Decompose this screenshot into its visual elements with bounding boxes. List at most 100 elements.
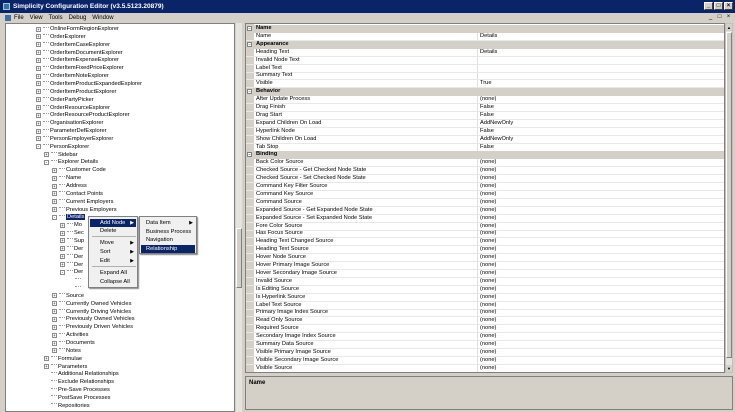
- expand-icon[interactable]: +: [36, 81, 41, 87]
- context-menu-item[interactable]: Sort ▶: [90, 248, 136, 256]
- property-row[interactable]: Secondary Image Index Source (none): [246, 333, 724, 342]
- tree-node[interactable]: - Der: [60, 268, 83, 276]
- property-row[interactable]: Heading Text Changed Source (none): [246, 238, 724, 247]
- tree-node[interactable]: + Der: [60, 253, 83, 261]
- tree-node-label[interactable]: Formulae: [58, 356, 82, 362]
- property-value[interactable]: (none): [480, 302, 496, 309]
- property-value[interactable]: (none): [480, 238, 496, 245]
- title-bar[interactable]: Simplicity Configuration Editor (v3.5.51…: [0, 0, 735, 13]
- tree-node-label[interactable]: Sidebar: [58, 152, 78, 158]
- property-value[interactable]: AddNewOnly: [480, 120, 513, 127]
- collapse-icon[interactable]: −: [247, 152, 252, 158]
- tree-node-label[interactable]: Currently Driving Vehicles: [66, 309, 131, 315]
- expand-icon[interactable]: +: [36, 89, 41, 95]
- tree-node[interactable]: + Sec: [60, 229, 84, 237]
- property-row[interactable]: Has Focus Source (none): [246, 230, 724, 239]
- tree-node-label[interactable]: Details: [66, 214, 86, 221]
- tree-node-label[interactable]: Sec: [74, 230, 84, 236]
- property-value[interactable]: (none): [480, 183, 496, 190]
- scroll-down-icon[interactable]: ▼: [726, 365, 732, 372]
- tree-node[interactable]: + Contact Points: [52, 190, 103, 198]
- expand-icon[interactable]: +: [36, 34, 41, 40]
- tree-node[interactable]: + Current Employers: [52, 198, 113, 206]
- tree-node[interactable]: - PersonExplorer: [36, 143, 89, 151]
- tree-node-label[interactable]: ParameterDefExplorer: [50, 128, 107, 134]
- tree-node-label[interactable]: Contact Points: [66, 191, 103, 197]
- context-menu-item[interactable]: Move ▶: [90, 239, 136, 247]
- tree-node[interactable]: - Details: [52, 213, 86, 221]
- tree-node[interactable]: + Der: [60, 245, 83, 253]
- property-value[interactable]: (none): [480, 215, 496, 222]
- tree-node[interactable]: + Previously Owned Vehicles: [52, 315, 135, 323]
- tree-node-label[interactable]: OrderItemNoteExplorer: [50, 73, 109, 79]
- expand-icon[interactable]: +: [52, 191, 57, 197]
- tree-node[interactable]: + Mo: [60, 221, 82, 229]
- tree-node[interactable]: + Documents: [52, 339, 95, 347]
- expand-icon[interactable]: +: [52, 293, 57, 299]
- property-row[interactable]: Visible Secondary Image Source (none): [246, 356, 724, 365]
- property-value[interactable]: (none): [480, 365, 496, 372]
- property-value[interactable]: (none): [480, 207, 496, 214]
- property-row[interactable]: Fore Color Source (none): [246, 222, 724, 231]
- property-value[interactable]: (none): [480, 341, 496, 348]
- expand-icon[interactable]: +: [52, 183, 57, 189]
- tree-node[interactable]: + OrderItemCaseExplorer: [36, 41, 110, 49]
- property-value[interactable]: (none): [480, 294, 496, 301]
- tree-node-label[interactable]: Mo: [74, 222, 82, 228]
- context-menu-item[interactable]: Add Node ▶: [90, 219, 136, 227]
- tree-node[interactable]: + OrderPartyPicker: [36, 96, 94, 104]
- expand-icon[interactable]: +: [44, 356, 49, 362]
- expand-icon[interactable]: +: [36, 65, 41, 71]
- property-row[interactable]: Label Text: [246, 64, 724, 73]
- tree-node[interactable]: Exclude Relationships: [44, 378, 114, 386]
- mdi-close-button[interactable]: ×: [725, 14, 732, 20]
- expand-icon[interactable]: +: [36, 112, 41, 118]
- mdi-minimize-button[interactable]: _: [707, 14, 714, 20]
- tree-node[interactable]: + Previously Driven Vehicles: [52, 323, 133, 331]
- tree-node[interactable]: + Formulae: [44, 355, 82, 363]
- menu-view[interactable]: View: [30, 15, 43, 21]
- collapse-icon[interactable]: -: [44, 159, 49, 165]
- tree-node[interactable]: Pre-Save Processes: [44, 386, 110, 394]
- expand-icon[interactable]: +: [36, 120, 41, 126]
- tree-node-label[interactable]: Address: [66, 183, 87, 189]
- tree-node-label[interactable]: Explorer Details: [58, 159, 98, 165]
- tree-scroll-thumb[interactable]: [236, 228, 242, 288]
- menu-file[interactable]: File: [14, 15, 24, 21]
- menu-window[interactable]: Window: [92, 15, 113, 21]
- property-category[interactable]: − Behavior: [246, 88, 724, 97]
- tree-node[interactable]: PostSave Processes: [44, 394, 110, 402]
- tree-node[interactable]: + PersonEmployerExplorer: [36, 135, 113, 143]
- submenu-item[interactable]: Business Process: [141, 228, 195, 236]
- property-row[interactable]: Command Source (none): [246, 198, 724, 207]
- property-row[interactable]: Required Source (none): [246, 325, 724, 334]
- tree-node[interactable]: + Activities: [52, 331, 88, 339]
- property-row[interactable]: Command Key Filter Source (none): [246, 183, 724, 191]
- property-value[interactable]: (none): [480, 325, 496, 332]
- tree-node-label[interactable]: Parameters: [58, 364, 87, 370]
- tree-node-label[interactable]: OrderItemDocumentExplorer: [50, 50, 123, 56]
- tree-node[interactable]: + Currently Driving Vehicles: [52, 308, 131, 316]
- expand-icon[interactable]: +: [44, 364, 49, 370]
- tree-node-label[interactable]: OrganisationExplorer: [50, 120, 103, 126]
- expand-icon[interactable]: +: [52, 340, 57, 346]
- tree-node-label[interactable]: OrderItemExpenseExplorer: [50, 57, 119, 63]
- property-row[interactable]: Summary Data Source (none): [246, 341, 724, 349]
- property-row[interactable]: Primary Image Index Source (none): [246, 309, 724, 318]
- property-value[interactable]: (none): [480, 230, 496, 237]
- expand-icon[interactable]: +: [52, 324, 57, 330]
- tree-node-label[interactable]: Customer Code: [66, 167, 106, 173]
- tree-node[interactable]: [68, 276, 82, 284]
- collapse-icon[interactable]: -: [52, 214, 57, 220]
- property-value[interactable]: Details: [480, 49, 497, 56]
- tree-node[interactable]: [68, 284, 82, 292]
- property-value[interactable]: False: [480, 128, 494, 135]
- tree-node-label[interactable]: OrderItemProductExpandedExplorer: [50, 81, 142, 87]
- tree-node-label[interactable]: Current Employers: [66, 199, 113, 205]
- property-value[interactable]: (none): [480, 278, 496, 285]
- property-row[interactable]: Expand Children On Load AddNewOnly: [246, 119, 724, 128]
- expand-icon[interactable]: +: [52, 175, 57, 181]
- tree-node[interactable]: + OrderItemDocumentExplorer: [36, 49, 123, 57]
- collapse-icon[interactable]: -: [60, 269, 65, 275]
- tree-node-label[interactable]: Activities: [66, 332, 88, 338]
